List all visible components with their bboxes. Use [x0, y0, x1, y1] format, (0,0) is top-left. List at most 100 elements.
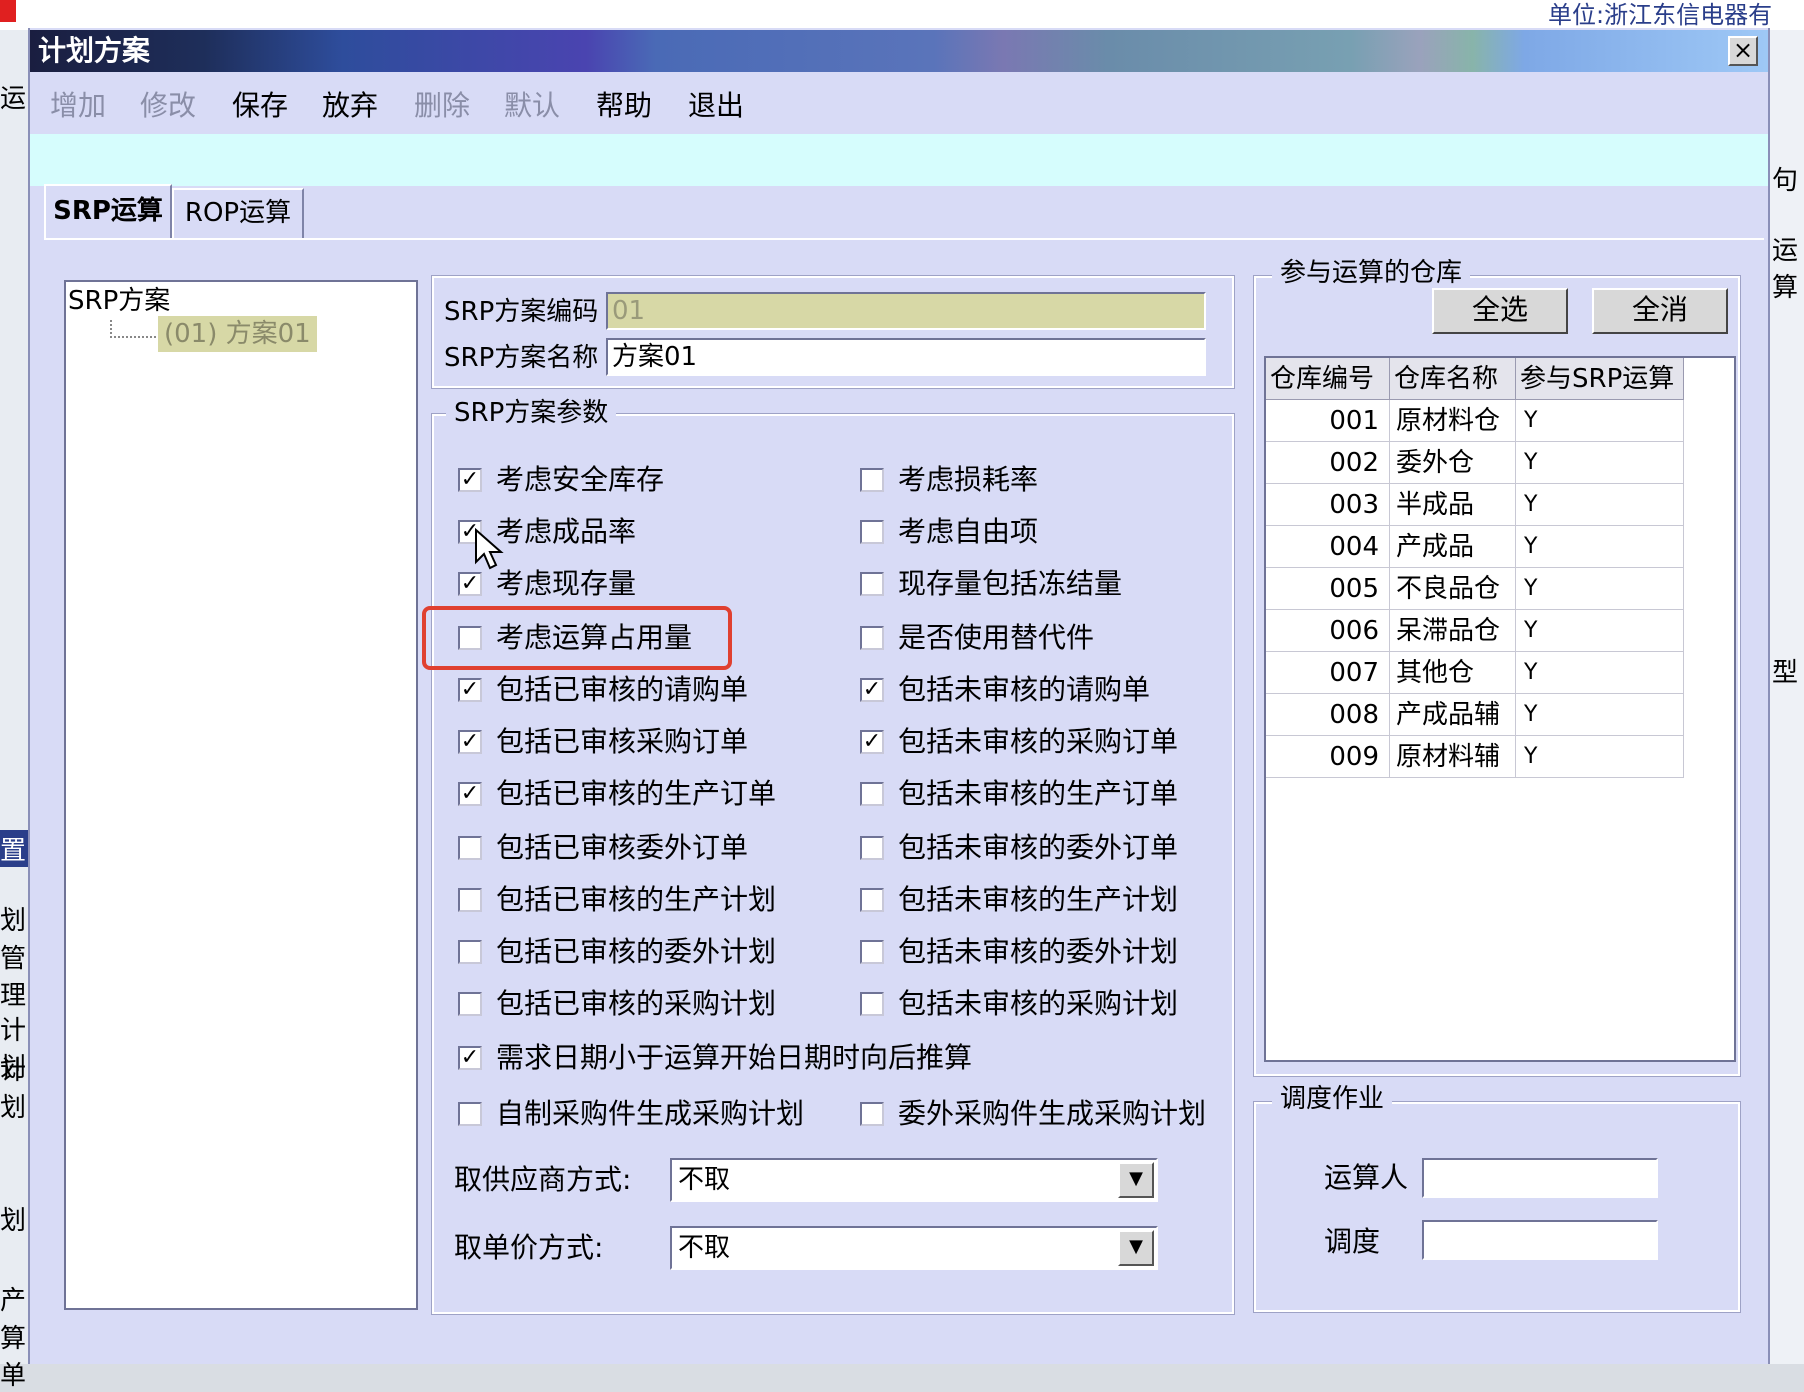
option-checkbox[interactable] [458, 992, 482, 1016]
option-checkbox[interactable]: ✓ [458, 782, 482, 806]
save-button[interactable]: 保存 [232, 86, 288, 126]
supplier-mode-dropdown[interactable]: ▼ [1118, 1162, 1154, 1198]
option-checkbox[interactable] [860, 626, 884, 650]
price-mode-select[interactable]: 不取 [670, 1226, 1158, 1270]
warehouse-name[interactable]: 产成品 [1390, 526, 1516, 568]
option-checkbox[interactable]: ✓ [458, 572, 482, 596]
option-checkbox[interactable] [860, 782, 884, 806]
table-header[interactable]: 仓库名称 [1390, 358, 1516, 400]
outsource-checkbox[interactable] [860, 1102, 884, 1126]
option-checkbox[interactable] [860, 836, 884, 860]
option-checkbox[interactable] [860, 520, 884, 544]
warehouse-srp-flag[interactable]: Y [1516, 442, 1684, 484]
warehouse-name[interactable]: 原材料辅 [1390, 736, 1516, 778]
warehouse-name[interactable]: 不良品仓 [1390, 568, 1516, 610]
select-all-button[interactable]: 全选 [1432, 288, 1568, 334]
option-label[interactable]: 包括已审核的采购计划 [496, 984, 776, 1024]
option-checkbox[interactable] [860, 940, 884, 964]
clear-all-button[interactable]: 全消 [1592, 288, 1728, 334]
option-label[interactable]: 包括未审核的生产计划 [898, 880, 1178, 920]
warehouse-code[interactable]: 008 [1266, 694, 1390, 736]
warehouse-name[interactable]: 委外仓 [1390, 442, 1516, 484]
tab-srp[interactable]: SRP运算 [44, 184, 172, 238]
warehouse-srp-flag[interactable]: Y [1516, 652, 1684, 694]
scheme-code-field[interactable]: 01 [606, 292, 1206, 330]
exit-button[interactable]: 退出 [688, 86, 744, 126]
option-label[interactable]: 包括已审核委外订单 [496, 828, 748, 868]
warehouse-name[interactable]: 产成品辅 [1390, 694, 1516, 736]
option-label[interactable]: 包括已审核的请购单 [496, 670, 748, 710]
option-label[interactable]: 包括未审核的委外计划 [898, 932, 1178, 972]
warehouse-srp-flag[interactable]: Y [1516, 484, 1684, 526]
operator-field[interactable] [1422, 1158, 1658, 1198]
option-label[interactable]: 考虑成品率 [496, 512, 636, 552]
option-label[interactable]: 考虑自由项 [898, 512, 1038, 552]
self-made-checkbox[interactable] [458, 1102, 482, 1126]
option-label[interactable]: 包括已审核的生产计划 [496, 880, 776, 920]
warehouse-code[interactable]: 009 [1266, 736, 1390, 778]
warehouse-srp-flag[interactable]: Y [1516, 526, 1684, 568]
option-label[interactable]: 包括已审核的委外计划 [496, 932, 776, 972]
title-bar[interactable] [30, 30, 1768, 72]
option-label[interactable]: 现存量包括冻结量 [898, 564, 1122, 604]
warehouse-code[interactable]: 007 [1266, 652, 1390, 694]
option-label[interactable]: 包括未审核的采购计划 [898, 984, 1178, 1024]
close-button[interactable]: × [1728, 36, 1758, 66]
option-label[interactable]: 包括未审核的请购单 [898, 670, 1150, 710]
tree-node-scheme01[interactable]: (01) 方案01 [158, 316, 317, 352]
option-checkbox[interactable]: ✓ [458, 730, 482, 754]
option-checkbox[interactable] [458, 836, 482, 860]
table-header[interactable]: 仓库编号 [1266, 358, 1390, 400]
option-checkbox[interactable] [860, 888, 884, 912]
delete-button[interactable]: 删除 [414, 86, 470, 126]
option-label[interactable]: 包括未审核的生产订单 [898, 774, 1178, 814]
warehouse-code[interactable]: 005 [1266, 568, 1390, 610]
option-label[interactable]: 考虑现存量 [496, 564, 636, 604]
warehouse-name[interactable]: 原材料仓 [1390, 400, 1516, 442]
tab-rop[interactable]: ROP运算 [172, 188, 304, 238]
help-button[interactable]: 帮助 [596, 86, 652, 126]
option-checkbox[interactable] [860, 572, 884, 596]
option-checkbox[interactable] [860, 468, 884, 492]
warehouse-code[interactable]: 004 [1266, 526, 1390, 568]
option-checkbox[interactable]: ✓ [860, 730, 884, 754]
option-checkbox[interactable] [860, 992, 884, 1016]
option-label[interactable]: 考虑损耗率 [898, 460, 1038, 500]
dispatch-field[interactable] [1422, 1220, 1658, 1260]
option-checkbox[interactable]: ✓ [458, 468, 482, 492]
table-header[interactable]: 参与SRP运算 [1516, 358, 1684, 400]
warehouse-srp-flag[interactable]: Y [1516, 610, 1684, 652]
tree-root[interactable]: SRP方案 [68, 283, 170, 319]
option-label[interactable]: 是否使用替代件 [898, 618, 1094, 658]
option-label[interactable]: 包括已审核的生产订单 [496, 774, 776, 814]
warehouse-srp-flag[interactable]: Y [1516, 736, 1684, 778]
supplier-mode-select[interactable]: 不取 [670, 1158, 1158, 1202]
warehouse-name[interactable]: 呆滞品仓 [1390, 610, 1516, 652]
outsource-label[interactable]: 委外采购件生成采购计划 [898, 1094, 1206, 1134]
option-checkbox[interactable] [458, 940, 482, 964]
warehouse-code[interactable]: 006 [1266, 610, 1390, 652]
option-label[interactable]: 考虑安全库存 [496, 460, 664, 500]
defer-checkbox[interactable]: ✓ [458, 1046, 482, 1070]
price-mode-dropdown[interactable]: ▼ [1118, 1230, 1154, 1266]
option-checkbox[interactable] [458, 888, 482, 912]
warehouse-code[interactable]: 002 [1266, 442, 1390, 484]
scheme-name-field[interactable]: 方案01 [606, 338, 1206, 376]
add-button[interactable]: 增加 [50, 86, 106, 126]
self-made-label[interactable]: 自制采购件生成采购计划 [496, 1094, 804, 1134]
option-label[interactable]: 包括未审核的委外订单 [898, 828, 1178, 868]
defer-label[interactable]: 需求日期小于运算开始日期时向后推算 [496, 1038, 972, 1078]
edit-button[interactable]: 修改 [140, 86, 196, 126]
warehouse-name[interactable]: 其他仓 [1390, 652, 1516, 694]
default-button[interactable]: 默认 [504, 86, 560, 126]
scheme-tree[interactable] [64, 280, 418, 1310]
option-label[interactable]: 包括已审核采购订单 [496, 722, 748, 762]
warehouse-srp-flag[interactable]: Y [1516, 694, 1684, 736]
warehouse-name[interactable]: 半成品 [1390, 484, 1516, 526]
warehouse-srp-flag[interactable]: Y [1516, 568, 1684, 610]
warehouse-code[interactable]: 003 [1266, 484, 1390, 526]
option-checkbox[interactable]: ✓ [458, 678, 482, 702]
warehouse-code[interactable]: 001 [1266, 400, 1390, 442]
discard-button[interactable]: 放弃 [322, 86, 378, 126]
option-checkbox[interactable]: ✓ [860, 678, 884, 702]
